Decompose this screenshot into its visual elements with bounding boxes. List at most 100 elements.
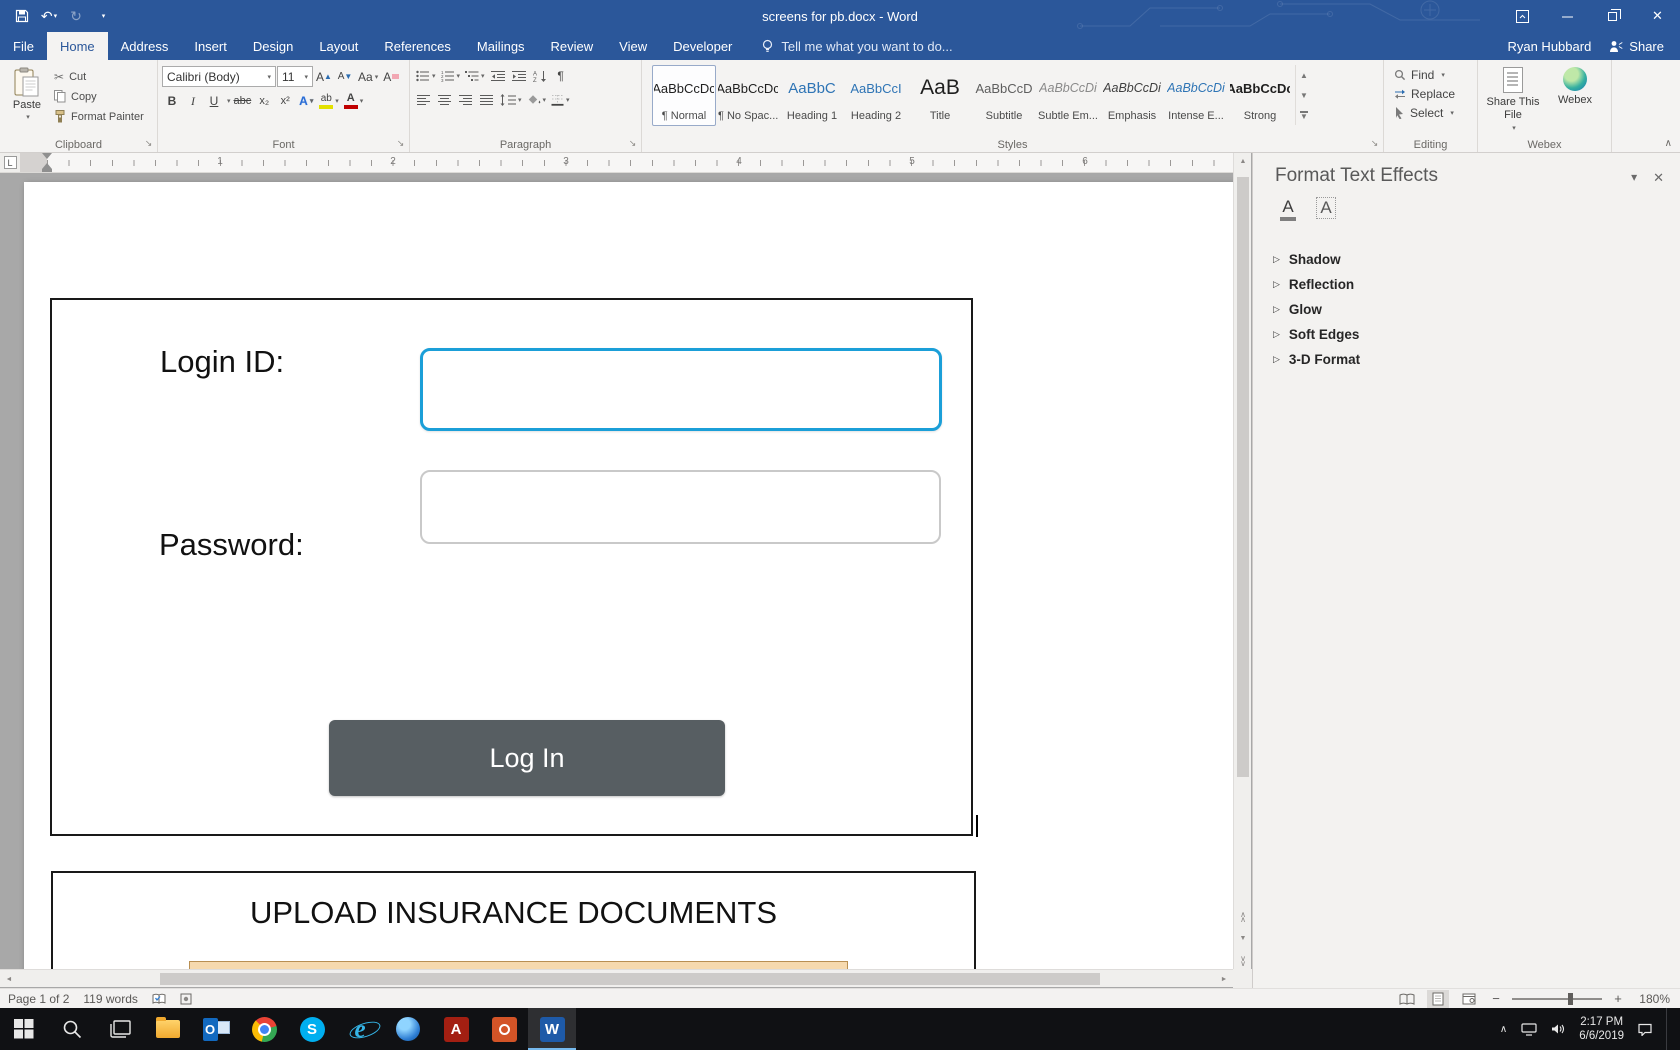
align-center-button[interactable] xyxy=(435,90,455,110)
section-reflection[interactable]: ▷Reflection xyxy=(1273,272,1680,297)
tray-expand-button[interactable]: ∧ xyxy=(1500,1024,1507,1035)
change-case-button[interactable]: Aa▾ xyxy=(356,67,380,87)
vertical-scrollbar[interactable]: ▲ ∧∧ ▼ ∨∨ xyxy=(1233,153,1251,969)
upload-screen-mockup[interactable]: UPLOAD INSURANCE DOCUMENTS xyxy=(51,871,976,969)
style-strong[interactable]: AaBbCcDc Strong xyxy=(1228,65,1292,126)
next-page-button[interactable]: ∨∨ xyxy=(1234,952,1252,969)
scroll-down-button[interactable]: ▼ xyxy=(1234,930,1252,947)
login-screen-mockup[interactable]: Login ID: Password: Log In xyxy=(50,298,973,836)
select-button[interactable]: Select▾ xyxy=(1394,106,1467,120)
restore-button[interactable] xyxy=(1590,0,1635,32)
tab-developer[interactable]: Developer xyxy=(660,32,745,60)
left-indent-marker[interactable] xyxy=(42,169,52,172)
line-spacing-button[interactable]: ▾ xyxy=(498,90,524,110)
globe-app-button[interactable] xyxy=(384,1008,432,1050)
hanging-indent-marker[interactable] xyxy=(42,158,52,169)
font-size-combo[interactable]: 11▾ xyxy=(277,66,313,87)
style-normal[interactable]: AaBbCcDc ¶ Normal xyxy=(652,65,716,126)
page-indicator[interactable]: Page 1 of 2 xyxy=(8,992,69,1006)
tab-layout[interactable]: Layout xyxy=(306,32,371,60)
style-subtitle[interactable]: AaBbCcD Subtitle xyxy=(972,65,1036,126)
web-layout-button[interactable] xyxy=(1458,990,1480,1008)
grow-font-button[interactable]: A▲ xyxy=(314,67,334,87)
document-page[interactable]: Login ID: Password: Log In UPLOAD INSURA… xyxy=(24,182,1233,969)
task-view-button[interactable] xyxy=(96,1008,144,1050)
copy-button[interactable]: Copy xyxy=(54,88,144,105)
zoom-out-button[interactable]: − xyxy=(1489,991,1503,1006)
styles-more-button[interactable]: ▼ xyxy=(1296,105,1312,125)
format-painter-button[interactable]: Format Painter xyxy=(54,108,144,125)
signed-in-user[interactable]: Ryan Hubbard xyxy=(1507,39,1591,54)
redo-button[interactable]: ↻ xyxy=(64,3,88,29)
section-shadow[interactable]: ▷Shadow xyxy=(1273,247,1680,272)
scroll-left-button[interactable]: ◄ xyxy=(0,970,18,988)
log-in-button-mock[interactable]: Log In xyxy=(329,720,725,796)
network-button[interactable] xyxy=(1521,1023,1537,1036)
tab-design[interactable]: Design xyxy=(240,32,306,60)
tab-view[interactable]: View xyxy=(606,32,660,60)
justify-button[interactable] xyxy=(477,90,497,110)
read-mode-button[interactable] xyxy=(1396,990,1418,1008)
align-right-button[interactable] xyxy=(456,90,476,110)
action-center-button[interactable] xyxy=(1638,1023,1652,1036)
minimize-button[interactable] xyxy=(1545,0,1590,32)
subscript-button[interactable]: x₂ xyxy=(254,91,274,111)
tab-address[interactable]: Address xyxy=(108,32,182,60)
multilevel-list-button[interactable]: ▾ xyxy=(463,66,487,86)
close-button[interactable]: ✕ xyxy=(1635,0,1680,32)
font-dialog-launcher[interactable]: ↘ xyxy=(394,137,407,150)
bold-button[interactable]: B xyxy=(162,91,182,111)
font-name-combo[interactable]: Calibri (Body)▾ xyxy=(162,66,276,87)
clear-formatting-button[interactable]: A xyxy=(381,67,401,87)
acrobat-button[interactable]: A xyxy=(432,1008,480,1050)
zoom-slider-thumb[interactable] xyxy=(1568,993,1573,1005)
style-no-spacing[interactable]: AaBbCcDc ¶ No Spac... xyxy=(716,65,780,126)
horizontal-scroll-thumb[interactable] xyxy=(160,973,1100,985)
webex-button[interactable]: Webex xyxy=(1544,63,1606,134)
scroll-right-button[interactable]: ► xyxy=(1215,970,1233,988)
orange-app-button[interactable] xyxy=(480,1008,528,1050)
font-color-button[interactable]: A▾ xyxy=(342,91,366,111)
proofing-status-button[interactable] xyxy=(152,993,166,1005)
start-button[interactable] xyxy=(0,1008,48,1050)
italic-button[interactable]: I xyxy=(183,91,203,111)
horizontal-scrollbar[interactable]: ◄ ► xyxy=(0,969,1233,987)
style-intense-emphasis[interactable]: AaBbCcDi Intense E... xyxy=(1164,65,1228,126)
replace-button[interactable]: Replace xyxy=(1394,87,1467,101)
style-subtle-emphasis[interactable]: AaBbCcDi Subtle Em... xyxy=(1036,65,1100,126)
paste-button[interactable]: Paste ▾ xyxy=(4,63,50,125)
word-taskbar-button[interactable]: W xyxy=(528,1008,576,1050)
bullets-button[interactable]: ▾ xyxy=(414,66,438,86)
previous-page-button[interactable]: ∧∧ xyxy=(1234,908,1252,925)
tell-me-box[interactable]: Tell me what you want to do... xyxy=(761,32,952,60)
styles-dialog-launcher[interactable]: ↘ xyxy=(1368,137,1381,150)
section-glow[interactable]: ▷Glow xyxy=(1273,297,1680,322)
show-desktop-button[interactable] xyxy=(1666,1008,1672,1050)
password-input-mock[interactable] xyxy=(420,470,941,544)
zoom-slider[interactable] xyxy=(1512,998,1602,1000)
text-fill-outline-tab[interactable]: A xyxy=(1275,197,1301,223)
underline-dropdown-icon[interactable]: ▾ xyxy=(227,97,231,105)
strikethrough-button[interactable]: abc xyxy=(232,91,254,111)
save-button[interactable] xyxy=(10,3,34,29)
outlook-button[interactable]: O xyxy=(192,1008,240,1050)
styles-scroll-down-button[interactable]: ▼ xyxy=(1296,85,1312,105)
shading-button[interactable]: ▾ xyxy=(525,90,549,110)
shrink-font-button[interactable]: A▼ xyxy=(335,67,355,87)
style-emphasis[interactable]: AaBbCcDi Emphasis xyxy=(1100,65,1164,126)
styles-scroll-up-button[interactable]: ▲ xyxy=(1296,65,1312,85)
superscript-button[interactable]: x² xyxy=(275,91,295,111)
increase-indent-button[interactable] xyxy=(509,66,529,86)
upload-bar-mock[interactable] xyxy=(189,961,848,969)
underline-button[interactable]: U xyxy=(204,91,224,111)
word-count[interactable]: 119 words xyxy=(83,992,137,1006)
share-button[interactable]: Share xyxy=(1609,39,1664,54)
style-heading-2[interactable]: AaBbCcI Heading 2 xyxy=(844,65,908,126)
clipboard-dialog-launcher[interactable]: ↘ xyxy=(142,137,155,150)
show-hide-marks-button[interactable]: ¶ xyxy=(551,66,571,86)
share-this-file-button[interactable]: Share This File ▾ xyxy=(1482,63,1544,134)
horizontal-ruler[interactable]: 1 2 3 4 5 6 xyxy=(20,153,1233,173)
pane-close-button[interactable]: ✕ xyxy=(1653,170,1664,186)
zoom-level[interactable]: 180% xyxy=(1634,992,1670,1006)
taskbar-clock[interactable]: 2:17 PM 6/6/2019 xyxy=(1579,1015,1624,1043)
